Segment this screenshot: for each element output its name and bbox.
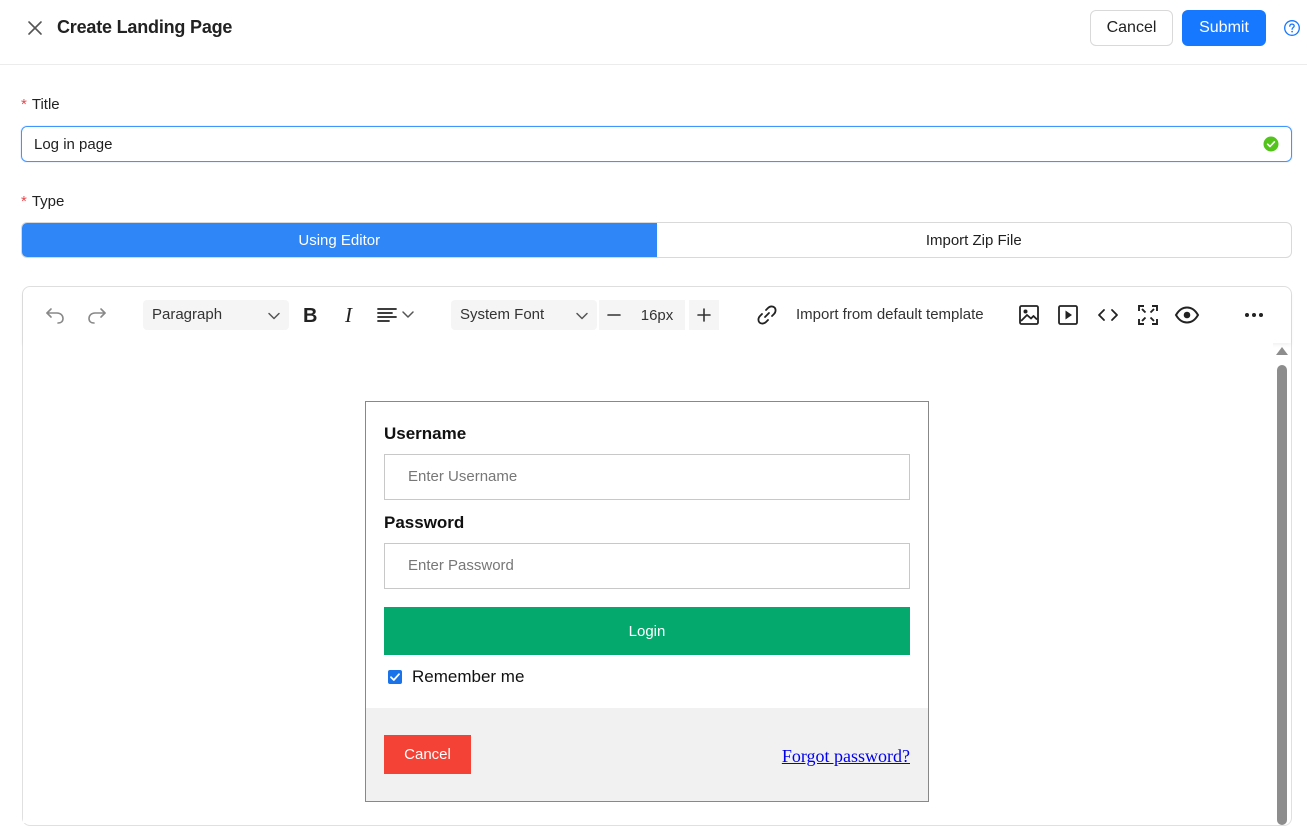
remember-me-checkbox[interactable] bbox=[388, 670, 402, 684]
type-label-text: Type bbox=[31, 193, 65, 210]
svg-text:B: B bbox=[303, 305, 317, 327]
link-icon[interactable] bbox=[755, 303, 779, 327]
close-icon[interactable] bbox=[24, 17, 46, 39]
remember-me-row: Remember me bbox=[388, 667, 524, 687]
title-label: * Title bbox=[21, 96, 60, 113]
type-label: * Type bbox=[21, 193, 64, 210]
font-family-value: System Font bbox=[460, 306, 545, 323]
type-segmented-control: Using Editor Import Zip File bbox=[21, 222, 1292, 258]
password-label: Password bbox=[384, 513, 465, 532]
required-marker: * bbox=[21, 193, 27, 210]
editor-toolbar: Paragraph B I System Font 16px Import fr… bbox=[23, 287, 1291, 343]
align-left-icon[interactable] bbox=[375, 303, 419, 327]
editor-scrollbar[interactable] bbox=[1275, 345, 1289, 825]
scroll-up-arrow-icon[interactable] bbox=[1276, 347, 1288, 355]
page-title: Create Landing Page bbox=[57, 17, 233, 37]
submit-button[interactable]: Submit bbox=[1182, 10, 1266, 46]
password-input[interactable]: Enter Password bbox=[384, 543, 910, 589]
more-icon[interactable] bbox=[1242, 303, 1266, 327]
font-size-value[interactable]: 16px bbox=[629, 300, 685, 330]
forgot-password-link[interactable]: Forgot password? bbox=[782, 746, 910, 767]
type-option-using-editor[interactable]: Using Editor bbox=[22, 223, 657, 257]
page-header: Create Landing Page Cancel Submit bbox=[0, 0, 1307, 65]
username-label: Username bbox=[384, 424, 467, 443]
svg-text:I: I bbox=[344, 303, 353, 327]
chevron-down-icon bbox=[575, 309, 589, 327]
check-circle-icon bbox=[1263, 136, 1279, 152]
title-input[interactable] bbox=[34, 134, 1234, 154]
preview-cancel-button[interactable]: Cancel bbox=[384, 735, 471, 774]
preview-eye-icon[interactable] bbox=[1174, 303, 1200, 327]
code-icon[interactable] bbox=[1096, 303, 1120, 327]
help-circle-icon[interactable] bbox=[1283, 19, 1301, 37]
block-format-value: Paragraph bbox=[152, 306, 223, 323]
redo-icon[interactable] bbox=[85, 303, 109, 327]
decrease-size-icon[interactable] bbox=[599, 300, 629, 330]
type-option-import-zip[interactable]: Import Zip File bbox=[657, 223, 1292, 257]
chevron-down-icon bbox=[267, 309, 281, 327]
scroll-thumb[interactable] bbox=[1277, 365, 1287, 825]
font-family-select[interactable]: System Font bbox=[451, 300, 597, 330]
fullscreen-icon[interactable] bbox=[1136, 303, 1160, 327]
login-form-footer: Cancel Forgot password? bbox=[366, 708, 928, 801]
username-input[interactable]: Enter Username bbox=[384, 454, 910, 500]
image-icon[interactable] bbox=[1017, 303, 1041, 327]
cancel-button[interactable]: Cancel bbox=[1090, 10, 1173, 46]
title-field[interactable] bbox=[21, 126, 1292, 162]
title-label-text: Title bbox=[31, 96, 60, 113]
video-icon[interactable] bbox=[1056, 303, 1080, 327]
block-format-select[interactable]: Paragraph bbox=[143, 300, 289, 330]
italic-icon[interactable]: I bbox=[338, 303, 362, 327]
increase-size-icon[interactable] bbox=[689, 300, 719, 330]
import-default-template-button[interactable]: Import from default template bbox=[796, 306, 984, 323]
login-form-preview: Username Enter Username Password Enter P… bbox=[365, 401, 929, 802]
login-button[interactable]: Login bbox=[384, 607, 910, 655]
bold-icon[interactable]: B bbox=[298, 303, 322, 327]
undo-icon[interactable] bbox=[43, 303, 67, 327]
required-marker: * bbox=[21, 96, 27, 113]
remember-me-label: Remember me bbox=[412, 667, 525, 686]
